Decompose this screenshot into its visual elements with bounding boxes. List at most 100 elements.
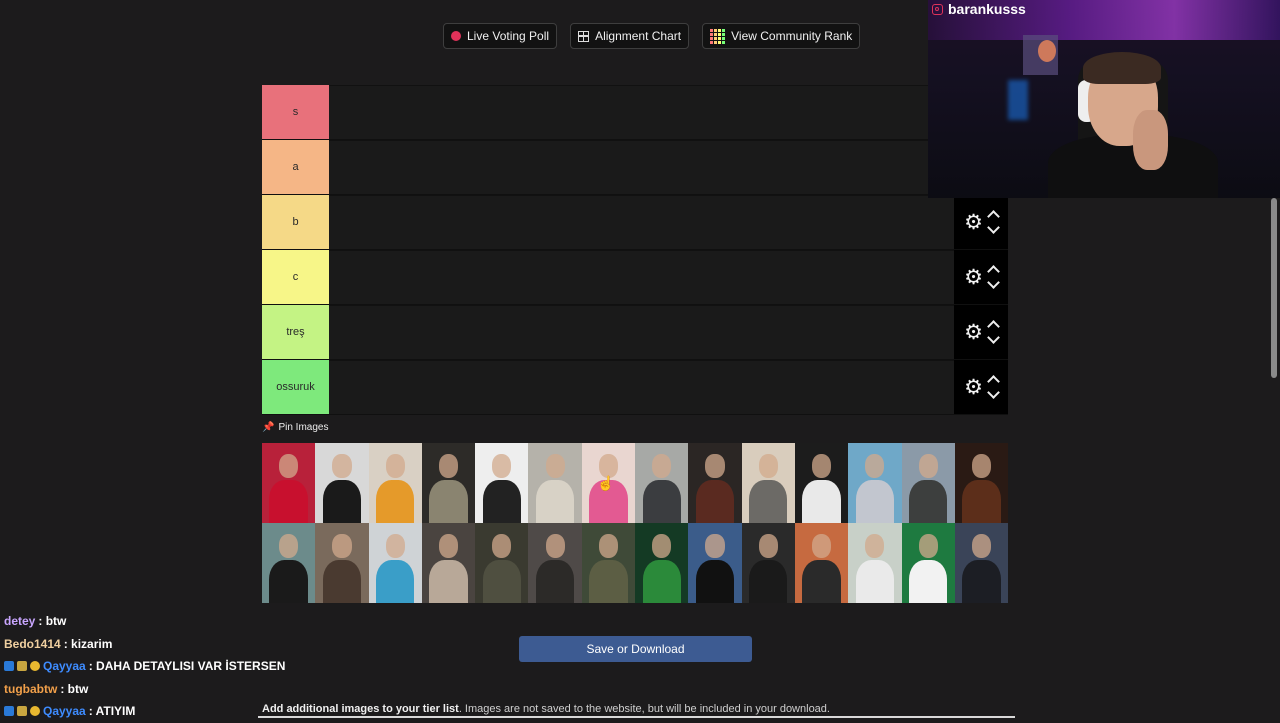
- hand-cursor-icon: ☝: [597, 475, 615, 491]
- chat-message: tugbabtw: btw: [4, 678, 285, 701]
- pin-images-toggle[interactable]: 📌 Pin Images: [262, 422, 328, 433]
- tier-drop-zone[interactable]: [329, 195, 954, 249]
- color-grid-icon: [710, 28, 726, 44]
- streamer-name: barankusss: [948, 1, 1026, 17]
- tier-controls: ⚙: [954, 250, 1008, 304]
- chat-text: : DAHA DETAYLISI VAR İSTERSEN: [88, 659, 286, 674]
- chat-username[interactable]: Bedo1414: [4, 637, 61, 651]
- tier-item-image[interactable]: [901, 523, 955, 603]
- tier-item-image[interactable]: [741, 443, 795, 523]
- tier-item-image[interactable]: [368, 443, 422, 523]
- chevron-down-icon[interactable]: [987, 386, 1000, 399]
- tier-row: treş ⚙: [262, 305, 1008, 360]
- gear-icon[interactable]: ⚙: [964, 267, 983, 288]
- chat-username[interactable]: Qayyaa: [43, 659, 86, 673]
- tier-item-image[interactable]: [688, 443, 742, 523]
- tier-item-image[interactable]: [421, 443, 476, 523]
- tier-label[interactable]: ossuruk: [262, 360, 329, 414]
- chat-text: : ATIYIM: [88, 704, 136, 719]
- chat-message: Qayyaa: DAHA DETAYLISI VAR İSTERSEN: [4, 655, 285, 678]
- tier-item-image[interactable]: [954, 443, 1009, 523]
- tier-item-image[interactable]: [581, 523, 636, 603]
- streamer-tag: barankusss: [932, 1, 1026, 17]
- toolbar: Live Voting Poll Alignment Chart View Co…: [443, 23, 861, 49]
- footer-note-bold: Add additional images to your tier list: [262, 703, 459, 715]
- chat-message: detey: btw: [4, 610, 285, 633]
- tier-item-image[interactable]: [528, 523, 582, 603]
- gear-icon[interactable]: ⚙: [964, 377, 983, 398]
- gear-icon[interactable]: ⚙: [964, 212, 983, 233]
- tier-row: c ⚙: [262, 250, 1008, 305]
- tier-item-image[interactable]: [794, 443, 849, 523]
- chat-text: : kizarim: [63, 636, 113, 651]
- chat-username[interactable]: Qayyaa: [43, 704, 86, 718]
- prime-badge-icon: [4, 706, 14, 717]
- pushpin-icon: 📌: [262, 422, 275, 433]
- tier-item-image[interactable]: [528, 443, 582, 523]
- tier-label[interactable]: s: [262, 85, 329, 139]
- page-scrollbar[interactable]: [1271, 198, 1277, 378]
- tier-controls: ⚙: [954, 360, 1008, 414]
- chat-text: : btw: [60, 681, 89, 696]
- tier-item-image[interactable]: [315, 443, 369, 523]
- chevron-down-icon[interactable]: [987, 276, 1000, 289]
- tier-item-image[interactable]: [635, 443, 689, 523]
- footer-divider: [258, 716, 1015, 718]
- gear-icon[interactable]: ⚙: [964, 322, 983, 343]
- tier-label[interactable]: c: [262, 250, 329, 304]
- tier-label[interactable]: a: [262, 140, 329, 194]
- live-voting-poll-label: Live Voting Poll: [467, 29, 550, 43]
- tier-item-image[interactable]: [475, 523, 529, 603]
- chat-text: : btw: [38, 614, 67, 629]
- reorder-arrows: [987, 209, 1000, 235]
- tier-item-image[interactable]: [262, 523, 316, 603]
- tier-row: s: [262, 85, 1008, 140]
- live-voting-poll-button[interactable]: Live Voting Poll: [443, 23, 558, 49]
- chevron-down-icon[interactable]: [987, 331, 1000, 344]
- tier-item-image[interactable]: [794, 523, 849, 603]
- tier-label[interactable]: treş: [262, 305, 329, 359]
- footer-note: Add additional images to your tier list.…: [262, 703, 830, 715]
- chat-message: Bedo1414: kizarim: [4, 633, 285, 656]
- tier-drop-zone[interactable]: [329, 360, 954, 414]
- tier-drop-zone[interactable]: [329, 250, 954, 304]
- tier-item-image[interactable]: [848, 523, 902, 603]
- tier-item-image[interactable]: [848, 443, 902, 523]
- tier-item-image[interactable]: [475, 443, 529, 523]
- prime-badge-icon: [4, 661, 14, 672]
- gift-badge-icon: [30, 706, 40, 717]
- community-rank-button[interactable]: View Community Rank: [702, 23, 861, 49]
- tier-drop-zone[interactable]: [329, 140, 1008, 194]
- pin-images-label: Pin Images: [278, 422, 329, 433]
- image-pool: [262, 443, 1009, 603]
- tier-item-image[interactable]: [741, 523, 795, 603]
- tier-item-image[interactable]: [368, 523, 422, 603]
- webcam-overlay: [928, 0, 1280, 198]
- tier-item-image[interactable]: [421, 523, 476, 603]
- chat-username[interactable]: detey: [4, 614, 35, 628]
- tier-item-image[interactable]: [315, 523, 369, 603]
- tier-label[interactable]: b: [262, 195, 329, 249]
- chat-username[interactable]: tugbabtw: [4, 682, 57, 696]
- tier-controls: ⚙: [954, 305, 1008, 359]
- alignment-chart-button[interactable]: Alignment Chart: [570, 23, 690, 49]
- tier-item-image[interactable]: [688, 523, 742, 603]
- footer-note-rest: . Images are not saved to the website, b…: [458, 703, 830, 715]
- tier-item-image[interactable]: [262, 443, 316, 523]
- sub-badge-icon: [17, 661, 27, 672]
- sub-badge-icon: [17, 706, 27, 717]
- save-or-download-button[interactable]: Save or Download: [519, 636, 752, 662]
- tier-row: b ⚙: [262, 195, 1008, 250]
- alignment-chart-label: Alignment Chart: [595, 29, 682, 43]
- record-dot-icon: [451, 31, 461, 41]
- tier-drop-zone[interactable]: [329, 85, 1008, 139]
- tier-item-image[interactable]: [954, 523, 1009, 603]
- gift-badge-icon: [30, 661, 40, 672]
- chevron-down-icon[interactable]: [987, 221, 1000, 234]
- tier-drop-zone[interactable]: [329, 305, 954, 359]
- chat-message: Qayyaa: ATIYIM: [4, 700, 285, 723]
- tier-controls: ⚙: [954, 195, 1008, 249]
- tier-item-image[interactable]: [635, 523, 689, 603]
- tier-row: a: [262, 140, 1008, 195]
- tier-item-image[interactable]: [901, 443, 955, 523]
